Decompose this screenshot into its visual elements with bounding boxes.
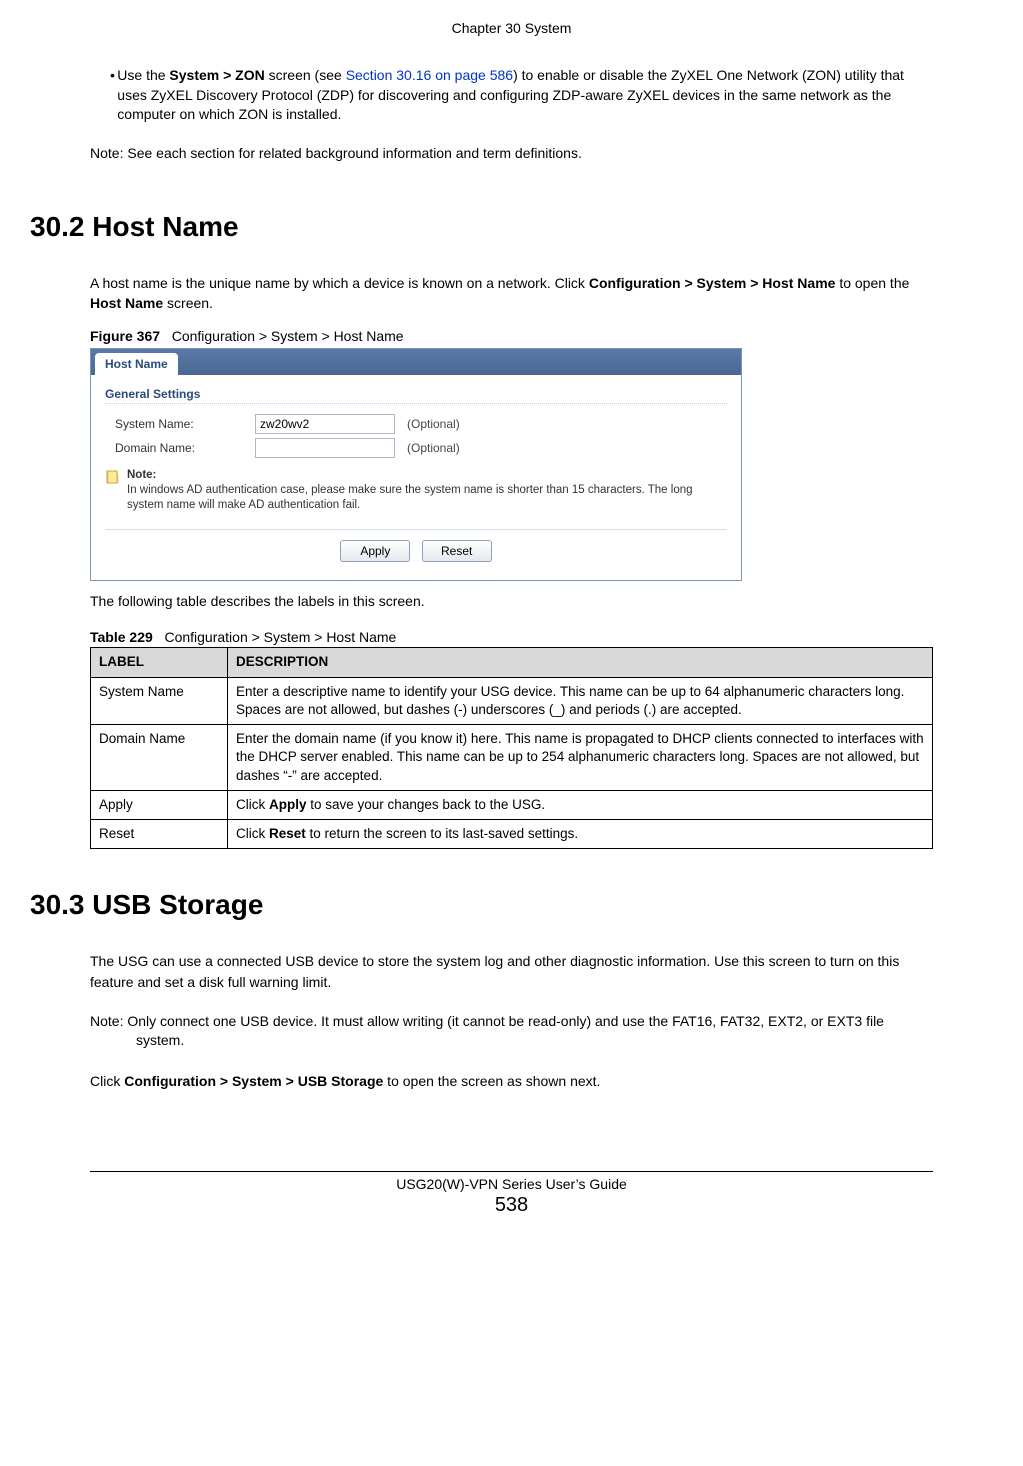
p303-post: to open the screen as shown next. xyxy=(383,1073,600,1089)
domain-name-input[interactable] xyxy=(255,438,395,458)
section-303-heading: 30.3 USB Storage xyxy=(30,889,933,921)
td-label: Reset xyxy=(91,820,228,849)
td-desc: Click Apply to save your changes back to… xyxy=(228,790,933,819)
general-settings-title: General Settings xyxy=(105,387,727,404)
footer-guide: USG20(W)-VPN Series User’s Guide xyxy=(90,1176,933,1192)
section-303-para1: The USG can use a connected USB device t… xyxy=(90,951,933,992)
bullet-bold1: System > ZON xyxy=(169,67,264,83)
figure-caption-text: Configuration > System > Host Name xyxy=(172,328,404,344)
system-name-optional: (Optional) xyxy=(407,417,460,431)
screenshot-header: Host Name xyxy=(91,349,741,375)
figure-label: Figure 367 xyxy=(90,328,160,344)
table-row: System Name Enter a descriptive name to … xyxy=(91,677,933,724)
p302-2: to open the xyxy=(835,275,909,291)
note-text: In windows AD authentication case, pleas… xyxy=(127,484,693,511)
domain-name-label: Domain Name: xyxy=(105,441,255,455)
p302-b1: Configuration > System > Host Name xyxy=(589,275,836,291)
page-footer: USG20(W)-VPN Series User’s Guide 538 xyxy=(90,1171,933,1217)
table-label: Table 229 xyxy=(90,629,153,645)
domain-name-optional: (Optional) xyxy=(407,441,460,455)
td-desc-post: to save your changes back to the USG. xyxy=(307,797,546,812)
td-desc: Enter the domain name (if you know it) h… xyxy=(228,725,933,791)
bullet-mid1: screen (see xyxy=(265,67,346,83)
note-title: Note: xyxy=(127,469,156,481)
hostname-tab[interactable]: Host Name xyxy=(95,353,178,375)
footer-rule xyxy=(90,1171,933,1172)
td-label: Apply xyxy=(91,790,228,819)
td-desc-pre: Click xyxy=(236,797,269,812)
p302-b2: Host Name xyxy=(90,295,163,311)
bullet-text: Use the System > ZON screen (see Section… xyxy=(117,66,933,125)
footer-page-number: 538 xyxy=(90,1194,933,1217)
bullet-link[interactable]: Section 30.16 on page 586 xyxy=(346,67,513,83)
table-row: Reset Click Reset to return the screen t… xyxy=(91,820,933,849)
system-name-label: System Name: xyxy=(105,417,255,431)
hostname-screenshot: Host Name General Settings System Name: … xyxy=(90,348,742,581)
note-icon xyxy=(105,469,121,485)
th-desc: DESCRIPTION xyxy=(228,648,933,677)
reset-button[interactable]: Reset xyxy=(422,540,492,562)
table-caption: Table 229 Configuration > System > Host … xyxy=(90,629,933,645)
table-row: Apply Click Apply to save your changes b… xyxy=(91,790,933,819)
chapter-header: Chapter 30 System xyxy=(90,20,933,36)
bullet-dot: • xyxy=(110,66,117,125)
section-302-para: A host name is the unique name by which … xyxy=(90,273,933,314)
th-label: LABEL xyxy=(91,648,228,677)
screenshot-note: Note: In windows AD authentication case,… xyxy=(105,468,727,513)
table-caption-text: Configuration > System > Host Name xyxy=(164,629,396,645)
td-desc: Click Reset to return the screen to its … xyxy=(228,820,933,849)
hostname-table: LABEL DESCRIPTION System Name Enter a de… xyxy=(90,647,933,849)
td-desc-pre: Click xyxy=(236,826,269,841)
td-desc-bold: Reset xyxy=(269,826,306,841)
td-label: Domain Name xyxy=(91,725,228,791)
intro-note: Note: See each section for related backg… xyxy=(90,145,933,161)
td-desc-post: to return the screen to its last-saved s… xyxy=(306,826,578,841)
p302-3: screen. xyxy=(163,295,213,311)
table-intro: The following table describes the labels… xyxy=(90,591,933,611)
section-303-note: Note: Only connect one USB device. It mu… xyxy=(90,1012,933,1051)
intro-bullet: • Use the System > ZON screen (see Secti… xyxy=(110,66,933,125)
apply-button[interactable]: Apply xyxy=(340,540,410,562)
table-header-row: LABEL DESCRIPTION xyxy=(91,648,933,677)
td-desc-bold: Apply xyxy=(269,797,307,812)
figure-caption: Figure 367 Configuration > System > Host… xyxy=(90,328,933,344)
p303-pre: Click xyxy=(90,1073,124,1089)
td-desc: Enter a descriptive name to identify you… xyxy=(228,677,933,724)
p302-1: A host name is the unique name by which … xyxy=(90,275,589,291)
section-302-heading: 30.2 Host Name xyxy=(30,211,933,243)
p303-bold: Configuration > System > USB Storage xyxy=(124,1073,383,1089)
system-name-input[interactable] xyxy=(255,414,395,434)
table-row: Domain Name Enter the domain name (if yo… xyxy=(91,725,933,791)
td-label: System Name xyxy=(91,677,228,724)
bullet-prefix: Use the xyxy=(117,67,169,83)
section-303-para2: Click Configuration > System > USB Stora… xyxy=(90,1071,933,1091)
